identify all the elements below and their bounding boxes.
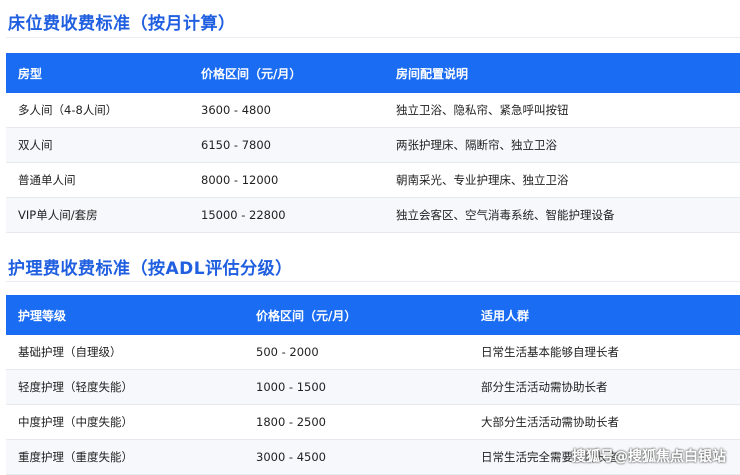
column-header: 房型 [6,53,189,93]
table-header-row: 护理等级 价格区间（元/月） 适用人群 [6,295,740,335]
room-type-cell: 多人间（4-8人间） [6,93,189,128]
care-level-cell: 重度护理（重度失能） [6,439,244,475]
price-cell: 8000 - 12000 [189,162,384,198]
target-group-cell: 日常生活基本能够自理长者 [469,335,740,370]
table-row: 普通单人间 8000 - 12000 朝南采光、专业护理床、独立卫浴 [6,162,740,198]
price-cell: 6150 - 7800 [189,127,384,163]
price-cell: 3600 - 4800 [189,93,384,128]
table-row: 中度护理（中度失能） 1800 - 2500 大部分生活活动需协助长者 [6,404,740,440]
watermark: 搜狐号@搜狐焦点白银站 [572,449,726,465]
description-cell: 独立卫浴、隐私帘、紧急呼叫按钮 [384,93,740,128]
care-level-cell: 中度护理（中度失能） [6,404,244,440]
title-divider [6,281,740,282]
target-group-cell: 部分生活活动需协助长者 [469,369,740,405]
price-cell: 1000 - 1500 [244,369,469,405]
table-row: VIP单人间/套房 15000 - 22800 独立会客区、空气消毒系统、智能护… [6,197,740,233]
table-row: 基础护理（自理级） 500 - 2000 日常生活基本能够自理长者 [6,335,740,370]
target-group-cell: 大部分生活活动需协助长者 [469,404,740,440]
column-header: 适用人群 [469,295,740,335]
table-header-row: 房型 价格区间（元/月） 房间配置说明 [6,53,740,93]
description-cell: 独立会客区、空气消毒系统、智能护理设备 [384,197,740,233]
care-level-cell: 轻度护理（轻度失能） [6,369,244,405]
room-type-cell: 普通单人间 [6,162,189,198]
column-header: 房间配置说明 [384,53,740,93]
table-row: 多人间（4-8人间） 3600 - 4800 独立卫浴、隐私帘、紧急呼叫按钮 [6,93,740,128]
nursing-fee-title: 护理费收费标准（按ADL评估分级） [8,259,293,279]
price-cell: 3000 - 4500 [244,439,469,475]
room-type-cell: 双人间 [6,127,189,163]
bed-fee-table: 房型 价格区间（元/月） 房间配置说明 多人间（4-8人间） 3600 - 48… [6,53,740,233]
column-header: 价格区间（元/月） [189,53,384,93]
description-cell: 朝南采光、专业护理床、独立卫浴 [384,162,740,198]
price-cell: 500 - 2000 [244,335,469,370]
column-header: 护理等级 [6,295,244,335]
table-row: 双人间 6150 - 7800 两张护理床、隔断帘、独立卫浴 [6,127,740,163]
price-cell: 1800 - 2500 [244,404,469,440]
price-cell: 15000 - 22800 [189,197,384,233]
description-cell: 两张护理床、隔断帘、独立卫浴 [384,127,740,163]
title-divider [6,37,740,38]
bed-fee-title: 床位费收费标准（按月计算） [8,14,236,34]
column-header: 价格区间（元/月） [244,295,469,335]
table-row: 轻度护理（轻度失能） 1000 - 1500 部分生活活动需协助长者 [6,369,740,405]
room-type-cell: VIP单人间/套房 [6,197,189,233]
care-level-cell: 基础护理（自理级） [6,335,244,370]
